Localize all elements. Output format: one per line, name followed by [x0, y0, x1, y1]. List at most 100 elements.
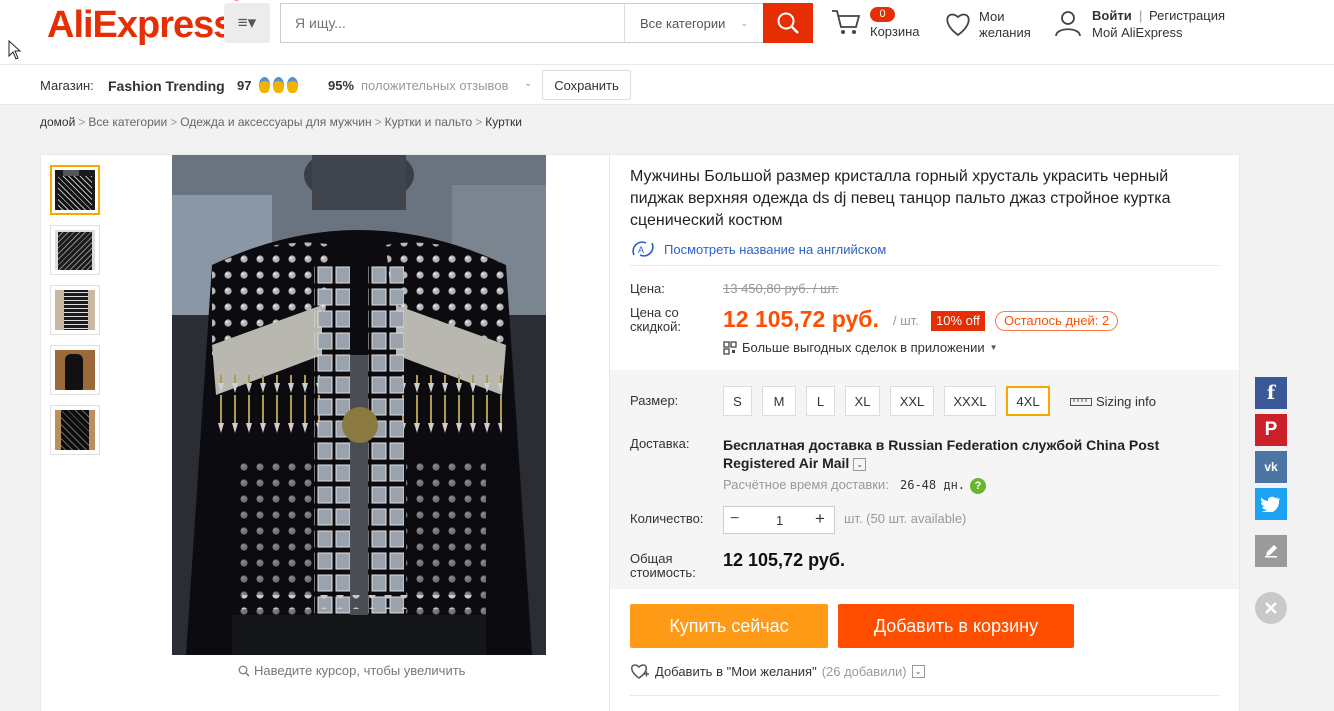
store-name-link[interactable]: Fashion Trending [108, 79, 225, 93]
total-price: 12 105,72 руб. [723, 550, 845, 570]
quantity-increase-button[interactable]: + [815, 509, 825, 529]
breadcrumb-mens-clothing[interactable]: Одежда и аксессуары для мужчин [180, 115, 371, 129]
quantity-available: шт. (50 шт. available) [844, 511, 967, 526]
quantity-decrease-button[interactable]: − [730, 510, 739, 528]
breadcrumb-sep: > [170, 115, 178, 129]
sizing-info-text: Sizing info [1096, 394, 1156, 409]
store-label: Магазин: [40, 78, 94, 93]
delivery-free-text: Бесплатная доставка в [723, 437, 885, 453]
delivery-info: Бесплатная доставка в Russian Federation… [723, 436, 1235, 472]
add-to-wishlist-link[interactable]: Добавить в "Мои желания" (26 добавили) ⌄ [630, 663, 925, 680]
thumbnail-1[interactable] [50, 165, 100, 215]
size-option-4xl[interactable]: 4XL [1006, 386, 1050, 416]
my-aliexpress-link[interactable]: Мой AliExpress [1092, 25, 1183, 41]
zoom-hint: Наведите курсор, чтобы увеличить [238, 663, 465, 678]
search-category-select[interactable]: Все категории ⌄ [624, 4, 762, 42]
breadcrumb-all-categories[interactable]: Все категории [88, 115, 167, 129]
category-menu-button[interactable]: ≡▾ [224, 3, 270, 43]
total-label-1: Общая [630, 551, 673, 566]
signin-link[interactable]: Войти [1092, 8, 1132, 24]
size-option-xxxl[interactable]: XXXL [944, 386, 996, 416]
help-icon[interactable]: ? [970, 478, 986, 494]
size-option-l[interactable]: L [806, 386, 835, 416]
delivery-country-link[interactable]: Russian Federation [888, 437, 1018, 453]
qr-code-icon [723, 340, 737, 355]
save-store-label: Сохранить [554, 77, 619, 93]
feedback-edit-icon[interactable] [1255, 535, 1287, 567]
bird-icon [1261, 496, 1280, 512]
svg-text:A: A [638, 245, 644, 255]
thumbnail-image [55, 410, 95, 450]
breadcrumb-sep: > [475, 115, 483, 129]
wishlist-count: (26 добавили) [821, 664, 907, 679]
actions-divider [630, 695, 1220, 696]
positive-feedback-label[interactable]: положительных отзывов [361, 79, 508, 93]
product-main-image[interactable] [172, 155, 546, 655]
add-to-cart-button[interactable]: Добавить в корзину [838, 604, 1074, 648]
buy-now-button[interactable]: Купить сейчас [630, 604, 828, 648]
medal-icon [287, 77, 298, 93]
account-separator: | [1139, 8, 1143, 23]
breadcrumb: домой > Все категории > Одежда и аксессуары … [40, 115, 522, 129]
wishlist-options-toggle[interactable]: ⌄ [911, 665, 925, 678]
aliexpress-logo[interactable]: AliExpress® [47, 0, 239, 47]
save-store-button[interactable]: Сохранить [542, 70, 631, 100]
pinterest-share-icon[interactable]: P [1255, 414, 1287, 446]
delivery-time-label: Расчётное время доставки: [723, 477, 889, 492]
breadcrumb-home[interactable]: домой [40, 115, 75, 129]
size-option-xl[interactable]: XL [845, 386, 880, 416]
discount-badge: 10% off [931, 311, 985, 331]
sizing-info-link[interactable]: Sizing info [1070, 394, 1156, 409]
facebook-share-icon[interactable]: f [1255, 377, 1287, 409]
search-icon [777, 12, 799, 34]
vk-share-icon[interactable]: vk [1255, 451, 1287, 483]
thumbnail-2[interactable] [50, 225, 100, 275]
translate-icon: A [632, 241, 654, 257]
user-icon[interactable] [1053, 8, 1083, 38]
delivery-service-prefix: службой [1022, 437, 1083, 453]
size-option-m[interactable]: M [762, 386, 796, 416]
search-input[interactable] [281, 4, 624, 42]
store-bar: Магазин: Fashion Trending 97 95% положит… [0, 65, 1334, 105]
cart-icon [832, 10, 861, 34]
english-title-text: Посмотреть название на английском [664, 241, 887, 257]
delivery-options-toggle[interactable]: ⌄ [853, 457, 867, 471]
medal-icons [259, 77, 298, 93]
english-title-link[interactable]: A Посмотреть название на английском [630, 240, 886, 258]
close-panel-button[interactable] [1255, 592, 1287, 624]
magnifier-icon [238, 665, 250, 676]
title-divider [630, 265, 1220, 266]
thumbnail-image [55, 290, 95, 330]
thumbnail-5[interactable] [50, 405, 100, 455]
chevron-down-icon: ⌄ [524, 78, 533, 89]
medal-icon [273, 77, 284, 93]
add-to-cart-label: Добавить в корзину [873, 615, 1039, 636]
size-option-s[interactable]: S [723, 386, 752, 416]
breadcrumb-jackets-coats[interactable]: Куртки и пальто [385, 115, 473, 129]
thumbnail-3[interactable] [50, 285, 100, 335]
delivery-label: Доставка: [630, 436, 690, 451]
chevron-down-icon: ⌄ [740, 18, 748, 28]
price-label: Цена: [630, 281, 665, 296]
top-header: AliExpress® ≡▾ Все категории ⌄ 0 Корзина… [0, 0, 1334, 65]
cart-label: Корзина [870, 24, 920, 39]
size-option-xxl[interactable]: XXL [890, 386, 934, 416]
twitter-share-icon[interactable] [1255, 488, 1287, 520]
heart-icon [946, 13, 970, 37]
breadcrumb-bar: домой > Все категории > Одежда и аксессуары … [0, 106, 1334, 138]
search-button[interactable] [763, 3, 813, 43]
register-link[interactable]: Регистрация [1149, 8, 1225, 24]
quantity-value[interactable]: 1 [776, 513, 783, 528]
wishlist-add-text: Добавить в "Мои желания" [655, 664, 817, 679]
size-label: Размер: [630, 393, 679, 408]
app-deals-link[interactable]: Больше выгодных сделок в приложении ▼ [723, 340, 998, 355]
thumbnail-image [55, 350, 95, 390]
buy-now-label: Купить сейчас [669, 615, 789, 636]
thumbnail-4[interactable] [50, 345, 100, 395]
breadcrumb-sep: > [78, 115, 86, 129]
quantity-label: Количество: [630, 511, 704, 526]
discount-price-label-2: скидкой: [630, 319, 681, 334]
discount-price: 12 105,72 руб. [723, 306, 879, 332]
logo-text: AliExpress [47, 4, 234, 46]
ruler-icon [1070, 397, 1092, 406]
